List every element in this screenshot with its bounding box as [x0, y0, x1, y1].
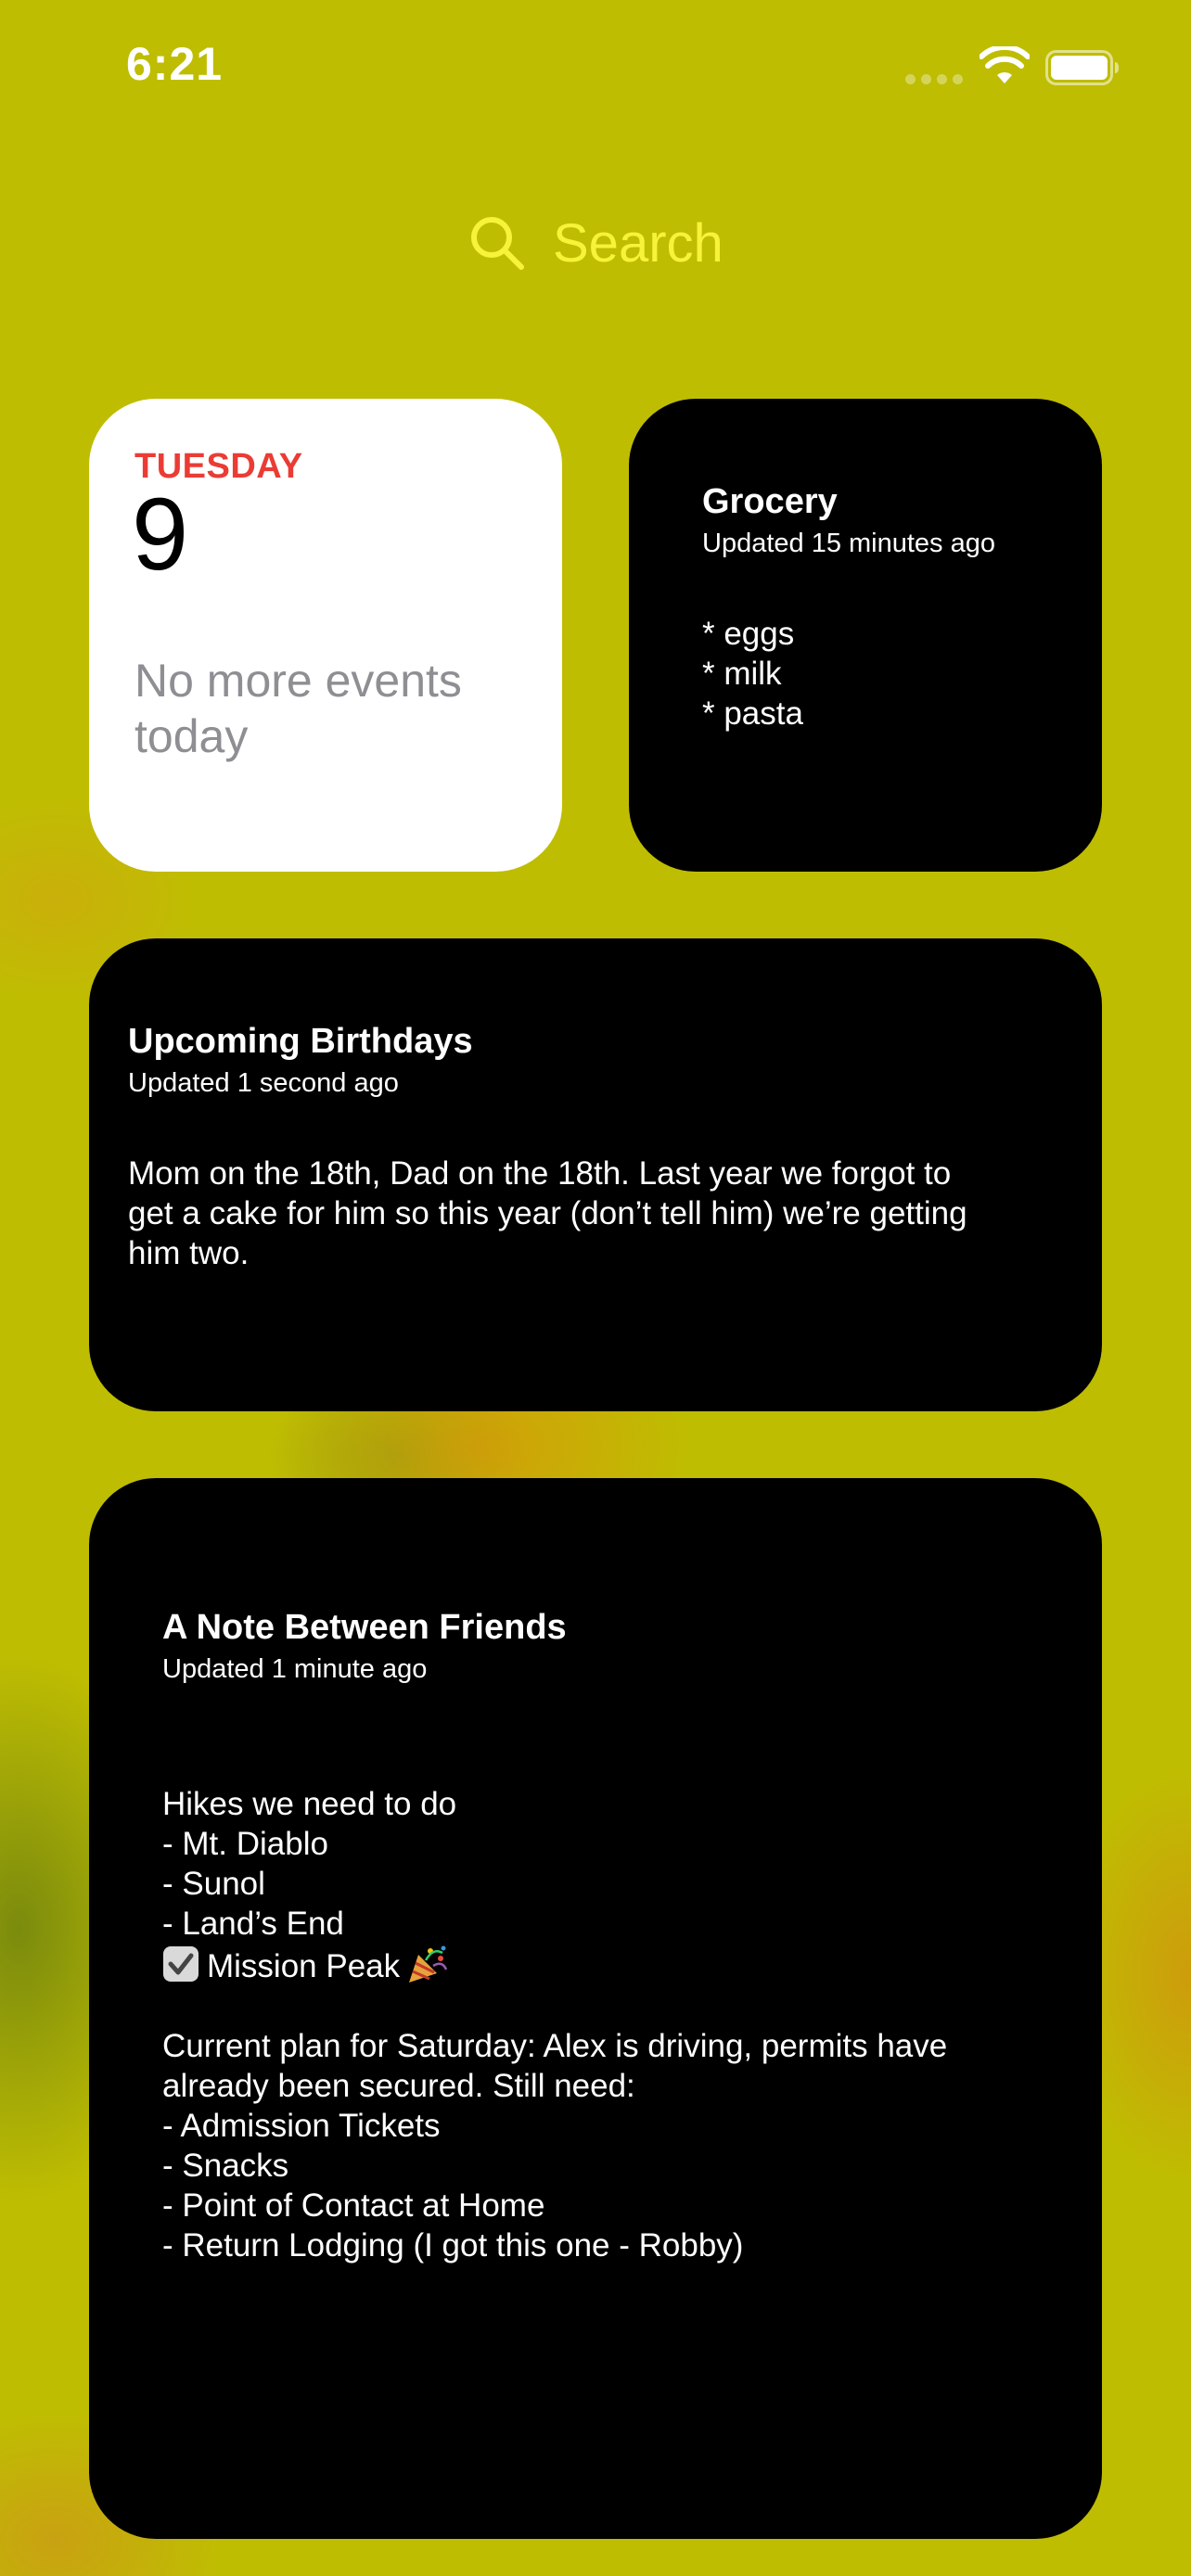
birthdays-widget[interactable]: Upcoming Birthdays Updated 1 second ago …: [89, 938, 1102, 1411]
search-icon: [471, 217, 524, 270]
checkbox-checked-icon: [163, 1946, 198, 1982]
signal-dots-icon: [905, 74, 965, 85]
list-item: * eggs: [702, 616, 795, 652]
widget-body: * eggs * milk * pasta: [702, 614, 803, 733]
grocery-widget[interactable]: Grocery Updated 15 minutes ago * eggs * …: [629, 399, 1102, 872]
party-popper-icon: [409, 1945, 448, 1983]
calendar-widget[interactable]: TUESDAY 9 No more events today: [89, 399, 562, 872]
widget-title: Upcoming Birthdays: [128, 1022, 473, 1061]
widget-title: A Note Between Friends: [162, 1608, 567, 1647]
list-item: * pasta: [702, 695, 803, 732]
list-item: * milk: [702, 656, 782, 692]
widget-updated: Updated 1 second ago: [128, 1068, 399, 1098]
widget-body: Mom on the 18th, Dad on the 18th. Last y…: [128, 1154, 967, 1273]
list-item: Mission Peak: [162, 1944, 947, 1986]
list-item-label: Mission Peak: [207, 1948, 401, 1984]
calendar-date: 9: [132, 478, 189, 592]
list-item: - Land’s End: [162, 1906, 344, 1942]
text-line: Current plan for Saturday: Alex is drivi…: [162, 2028, 948, 2064]
text-line: Mom on the 18th, Dad on the 18th. Last y…: [128, 1155, 952, 1192]
calendar-no-events: No more events today: [134, 655, 462, 762]
text-line: already been secured. Still need:: [162, 2068, 635, 2104]
list-item: - Mt. Diablo: [162, 1826, 328, 1862]
list-item: - Point of Contact at Home: [162, 2187, 545, 2224]
list-item: - Snacks: [162, 2148, 289, 2184]
widget-title: Grocery: [702, 482, 838, 521]
text-line: him two.: [128, 1235, 250, 1271]
battery-icon: [1045, 50, 1119, 85]
list-item: - Admission Tickets: [162, 2108, 441, 2144]
widget-body: Hikes we need to do - Mt. Diablo - Sunol…: [162, 1784, 947, 2265]
search-button[interactable]: Search: [469, 206, 724, 280]
search-label: Search: [553, 212, 724, 274]
widget-updated: Updated 15 minutes ago: [702, 529, 995, 558]
list-item: - Return Lodging (I got this one - Robby…: [162, 2227, 744, 2264]
list-item: - Sunol: [162, 1866, 265, 1902]
note-widget[interactable]: A Note Between Friends Updated 1 minute …: [89, 1478, 1102, 2539]
text-line: get a cake for him so this year (don’t t…: [128, 1195, 967, 1231]
status-time: 6:21: [126, 38, 224, 90]
text-line: Hikes we need to do: [162, 1786, 457, 1822]
wifi-icon: [980, 46, 1030, 83]
widget-updated: Updated 1 minute ago: [162, 1654, 428, 1684]
